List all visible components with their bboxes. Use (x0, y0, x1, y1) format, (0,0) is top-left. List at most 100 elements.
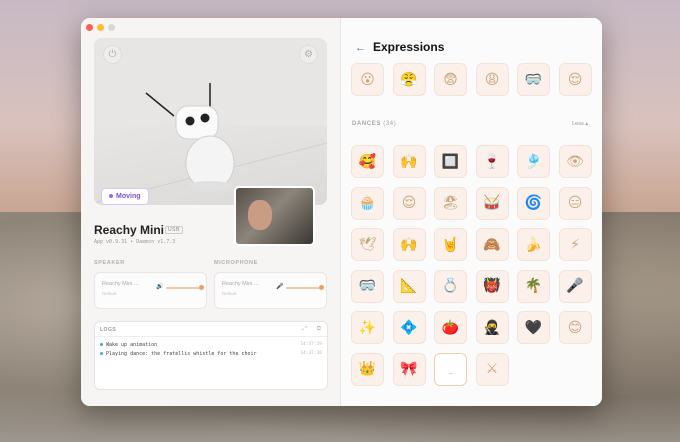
dance-tile[interactable]: ⚡ (558, 228, 592, 261)
speaker-label: SPEAKER (94, 260, 125, 266)
dance-tile[interactable]: 👁 (558, 145, 592, 178)
dance-tile[interactable]: 👑 (351, 352, 384, 386)
camera-person (248, 200, 272, 230)
dance-emoji: 🙌 (400, 236, 418, 253)
expression-tile[interactable]: 🥽 (517, 63, 550, 96)
dance-emoji: 🌀 (524, 195, 543, 211)
log-dot-icon (100, 343, 103, 346)
expand-icon[interactable]: ⤢ (302, 326, 307, 333)
dance-emoji: 🙌 (400, 153, 418, 170)
dance-emoji: ⚔ (485, 361, 499, 377)
dance-tile[interactable]: 🎤 (558, 269, 592, 303)
dance-tile[interactable]: 🥷 (475, 311, 509, 344)
power-icon[interactable]: ⏻ (103, 45, 122, 64)
close-window-button[interactable] (86, 24, 93, 31)
mic-volume-slider[interactable] (286, 287, 322, 289)
dance-tile[interactable]: 🙈 (475, 228, 509, 261)
expression-tile[interactable]: 😤 (392, 63, 426, 96)
expression-tile[interactable]: 😮 (351, 63, 384, 96)
robot-3d-viewer[interactable]: ⏻ ⚙ Moving (94, 38, 327, 205)
dance-emoji: 🧁 (358, 195, 377, 211)
dance-tile[interactable]: 🍌 (517, 228, 550, 261)
dance-emoji: 👁 (566, 153, 584, 170)
dance-tile[interactable]: 🕊 (351, 228, 384, 261)
status-badge: Moving (101, 188, 149, 205)
mic-device-sub: Default (222, 291, 237, 296)
dance-tile[interactable]: 🎀 (392, 352, 426, 386)
dance-tile[interactable]: 😊 (558, 311, 592, 344)
dance-emoji: 🔲 (441, 153, 460, 170)
dance-tile[interactable]: 💠 (392, 311, 426, 344)
log-time: 14:37:19 (300, 342, 322, 347)
zoom-window-button[interactable] (108, 24, 115, 31)
dance-emoji: 🌴 (524, 278, 543, 294)
expression-emoji: 😨 (443, 71, 458, 88)
robot-name: Reachy Mini (94, 223, 165, 237)
dance-emoji: 😌 (401, 195, 417, 211)
logs-panel: LOGS ⤢ ⧉ Wake up animation 14:37:19 Play… (94, 321, 328, 390)
dance-tile[interactable]: 🌀 (517, 186, 550, 220)
dance-tile[interactable]: 📐 (392, 269, 426, 303)
expression-tile[interactable]: 😌 (558, 63, 592, 96)
expression-tile[interactable]: 😩 (475, 63, 509, 96)
dance-emoji: 🍅 (441, 319, 460, 336)
dance-tile[interactable]: 🧁 (351, 186, 384, 220)
version-info: App v0.9.31 • Daemon v1.7.3 (94, 239, 176, 245)
minimize-window-button[interactable] (97, 24, 104, 31)
back-arrow-icon[interactable]: ← (355, 42, 366, 54)
mic-volume-handle[interactable] (319, 285, 324, 290)
dance-tile[interactable]: ⚔ (475, 352, 509, 386)
dance-tile[interactable]: 🙌 (392, 228, 426, 261)
dance-tile[interactable]: 🏖 (434, 186, 467, 220)
dance-tile[interactable]: 🤘 (434, 228, 467, 261)
expression-emoji: 😌 (567, 71, 583, 88)
dance-tile[interactable]: ✨ (351, 311, 384, 344)
camera-preview[interactable] (234, 186, 315, 246)
logs-divider (95, 336, 327, 337)
microphone-card[interactable]: Reachy Mini ... Default 🎤 (214, 272, 327, 309)
dance-tile[interactable]: 😑 (558, 186, 592, 220)
dance-tile[interactable]: 🍷 (475, 145, 509, 178)
dance-tile[interactable]: 🍅 (434, 311, 467, 344)
dance-tile[interactable]: _ (434, 352, 467, 386)
status-dot-icon (109, 194, 113, 199)
dance-tile[interactable]: 🙌 (392, 145, 426, 178)
dance-tile[interactable]: 🎐 (517, 145, 550, 178)
gear-icon[interactable]: ⚙ (299, 45, 318, 64)
expression-tile[interactable]: 😨 (434, 63, 467, 96)
dance-emoji: ⚡ (570, 236, 580, 253)
expressions-panel: ← Expressions DANCES (34) Less ▴ 😮 😤 😨 😩 🥽 😌 🥰… (341, 18, 602, 406)
copy-icon[interactable]: ⧉ (317, 326, 321, 333)
dance-emoji: 🥁 (483, 195, 501, 211)
speaker-volume-handle[interactable] (199, 285, 204, 290)
dance-tile[interactable]: 🥁 (475, 186, 509, 220)
dance-emoji: 😊 (567, 319, 583, 336)
robot-panel: ⏻ ⚙ Moving Reachy Mini USB App v0.9.31 •… (81, 18, 341, 406)
robot-model (94, 83, 327, 204)
dance-tile[interactable]: 👹 (475, 269, 509, 303)
dance-emoji: 🖤 (524, 319, 543, 336)
dance-emoji: 🥰 (358, 153, 377, 170)
dances-header: DANCES (34) (352, 121, 396, 127)
dance-emoji: 🏖 (441, 195, 460, 211)
less-toggle-button[interactable]: Less ▴ (572, 121, 588, 127)
dance-tile[interactable]: 💍 (434, 269, 467, 303)
dance-emoji: 👹 (483, 278, 501, 294)
dance-tile[interactable]: 🥰 (351, 145, 384, 178)
speaker-volume-slider[interactable] (166, 287, 202, 289)
dance-tile[interactable]: 🖤 (517, 311, 550, 344)
dance-emoji: 👑 (358, 361, 377, 377)
log-text: Playing dance: the fratellis whistle for… (106, 351, 257, 357)
dance-emoji: 🕊 (358, 236, 377, 253)
expression-emoji: 😤 (400, 71, 418, 88)
log-dot-icon (100, 352, 103, 355)
speaker-card[interactable]: Reachy Mini ... Default 🔊 (94, 272, 207, 309)
speaker-device-sub: Default (102, 291, 117, 296)
dance-tile[interactable]: 🥽 (351, 269, 384, 303)
dance-emoji: 🤘 (441, 236, 460, 253)
dance-tile[interactable]: 🔲 (434, 145, 467, 178)
dance-tile[interactable]: 😌 (392, 186, 426, 220)
dance-tile[interactable]: 🌴 (517, 269, 550, 303)
dances-label: DANCES (352, 121, 381, 127)
dances-count: (34) (383, 121, 397, 127)
